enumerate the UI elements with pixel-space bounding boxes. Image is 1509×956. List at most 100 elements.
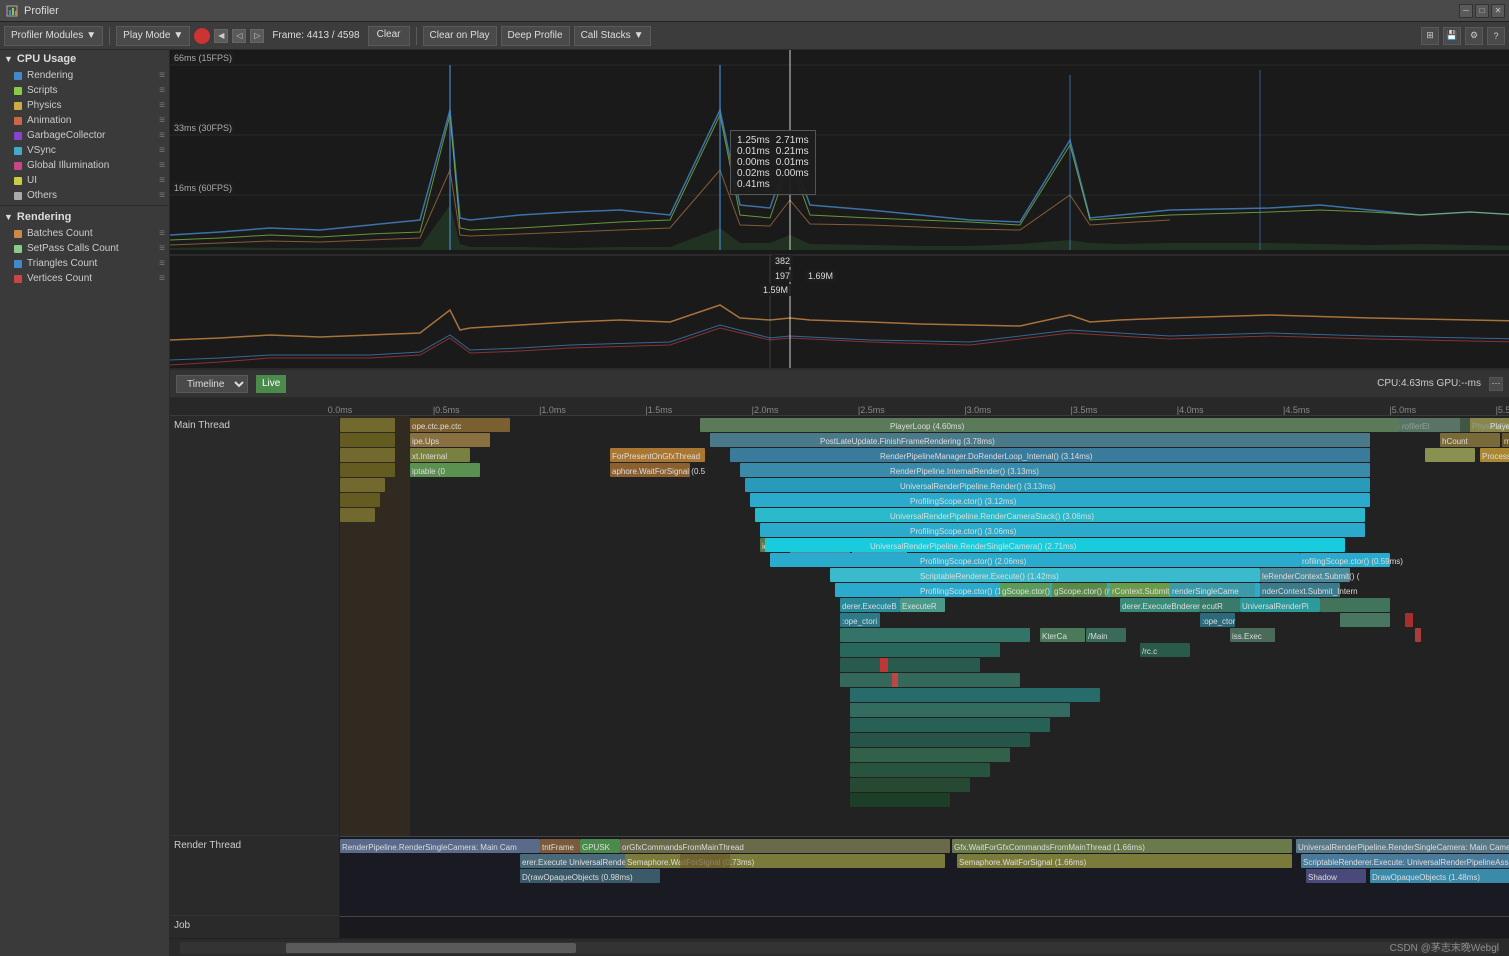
svg-text:ExecuteR: ExecuteR (902, 602, 937, 611)
svg-text:ProfilingScope.ctor() (3.06ms): ProfilingScope.ctor() (3.06ms) (910, 527, 1017, 536)
svg-text:ecutR: ecutR (1202, 602, 1223, 611)
svg-text:UniversalRenderPipeline.Render: UniversalRenderPipeline.Render() (3.13ms… (900, 482, 1056, 491)
clear-on-play-btn[interactable]: Clear on Play (423, 26, 497, 46)
deep-profile-btn[interactable]: Deep Profile (501, 26, 570, 46)
call-stacks-btn[interactable]: Call Stacks ▼ (574, 26, 651, 46)
svg-text:derer.ExecuteB: derer.ExecuteB (842, 602, 897, 611)
sidebar-item-gc[interactable]: GarbageCollector ≡ (0, 128, 169, 143)
svg-text:Processing...: Processing... (1482, 452, 1509, 461)
cpu-usage-label: CPU Usage (17, 53, 76, 65)
rendering-section-label: Rendering (17, 211, 71, 223)
sidebar-item-vsync[interactable]: VSync ≡ (0, 143, 169, 158)
svg-text:PlayerLoop (4.60ms): PlayerLoop (4.60ms) (890, 422, 965, 431)
window-controls: ─ □ ✕ (1459, 4, 1505, 18)
minimize-btn[interactable]: ─ (1459, 4, 1473, 18)
title-bar: Profiler ─ □ ✕ (0, 0, 1509, 22)
ui-label: UI (27, 175, 157, 186)
sidebar-item-rendering[interactable]: Rendering ≡ (0, 68, 169, 83)
ruler-55ms: |5.5ms (1496, 405, 1509, 415)
step-fwd-btn[interactable]: ▷ (250, 29, 264, 43)
render-thread-label: Render Thread (170, 836, 339, 916)
rendering-section-header[interactable]: ▼ Rendering (0, 208, 169, 226)
settings-icon-btn[interactable]: ⚙ (1465, 27, 1483, 45)
svg-text:iptable (0: iptable (0 (412, 467, 445, 476)
svg-text:aphore.WaitForSignal (0.5: aphore.WaitForSignal (0.5 (612, 467, 706, 476)
gc-color (14, 132, 22, 140)
svg-text:D(rawOpaqueObjects (0.98ms): D(rawOpaqueObjects (0.98ms) (522, 873, 633, 882)
svg-text:gScope.ctor(): gScope.ctor() (1002, 587, 1050, 596)
sidebar-item-physics[interactable]: Physics ≡ (0, 98, 169, 113)
scripts-label: Scripts (27, 85, 157, 96)
sidebar-item-vertices[interactable]: Vertices Count ≡ (0, 271, 169, 286)
sidebar: ▼ CPU Usage Rendering ≡ Scripts ≡ Physic… (0, 50, 170, 956)
toolbar-right: ⊞ 💾 ⚙ ? (1421, 27, 1505, 45)
svg-text::ope_ctor: :ope_ctor (1202, 617, 1236, 626)
svg-text:UniversalRenderPi: UniversalRenderPi (1242, 602, 1309, 611)
setpass-menu-icon: ≡ (159, 243, 165, 254)
help-icon-btn[interactable]: ? (1487, 27, 1505, 45)
job-thread-label: Job (170, 916, 339, 938)
timeline-live-btn[interactable]: Live (256, 375, 286, 393)
svg-text:UniversalRenderPipeline.Render: UniversalRenderPipeline.RenderCameraStac… (890, 512, 1094, 521)
record-button[interactable] (194, 28, 210, 44)
animation-label: Animation (27, 115, 157, 126)
save-icon-btn[interactable]: 💾 (1443, 27, 1461, 45)
scripts-color (14, 87, 22, 95)
svg-text:ProfilingScope.ctor() (3.12ms): ProfilingScope.ctor() (3.12ms) (910, 497, 1017, 506)
bottom-scrollbar-bar (170, 938, 1509, 956)
gc-menu-icon: ≡ (159, 130, 165, 141)
animation-menu-icon: ≡ (159, 115, 165, 126)
scrollbar-thumb[interactable] (286, 943, 576, 953)
modules-dropdown[interactable]: Profiler Modules ▼ (4, 26, 103, 46)
svg-text:xt.Internal: xt.Internal (412, 452, 447, 461)
horizontal-scrollbar[interactable] (180, 942, 1499, 954)
svg-text:nderContext.Submit_Intern: nderContext.Submit_Intern (1262, 587, 1358, 596)
prev-frame-btn[interactable]: ◀ (214, 29, 228, 43)
sidebar-item-triangles[interactable]: Triangles Count ≡ (0, 256, 169, 271)
rendering-label: Rendering (27, 70, 157, 81)
sidebar-item-scripts[interactable]: Scripts ≡ (0, 83, 169, 98)
fps-label-15: 66ms (15FPS) (172, 52, 234, 64)
svg-text:RenderPipeline.RenderSingleCam: RenderPipeline.RenderSingleCamera: Main … (342, 843, 517, 852)
step-back-btn[interactable]: ◁ (232, 29, 246, 43)
timeline-tracks[interactable]: ope.ctc.pe.ctc ipe.Ups xt.Internal iptab… (340, 416, 1509, 938)
counter-label-382: 382 (772, 255, 793, 267)
timeline-expand-btn[interactable]: ⋯ (1489, 377, 1503, 391)
rendering-section-arrow: ▼ (4, 212, 13, 222)
svg-text:monyC: monyC (1504, 437, 1509, 446)
vsync-menu-icon: ≡ (159, 145, 165, 156)
maximize-btn[interactable]: □ (1475, 4, 1489, 18)
toolbar-sep-2 (416, 27, 417, 45)
clear-button[interactable]: Clear (368, 26, 410, 46)
sidebar-item-animation[interactable]: Animation ≡ (0, 113, 169, 128)
sidebar-item-others[interactable]: Others ≡ (0, 188, 169, 203)
sidebar-item-gi[interactable]: Global Illumination ≡ (0, 158, 169, 173)
vertices-menu-icon: ≡ (159, 273, 165, 284)
cpu-usage-section-header[interactable]: ▼ CPU Usage (0, 50, 169, 68)
svg-text:ScriptableRenderer.Execute() (: ScriptableRenderer.Execute() (1.42ms) (920, 572, 1059, 581)
close-btn[interactable]: ✕ (1491, 4, 1505, 18)
setpass-color (14, 245, 22, 253)
svg-text:GPUSK: GPUSK (582, 843, 611, 852)
svg-text:DrawOpaqueObjects (1.48ms): DrawOpaqueObjects (1.48ms) (1372, 873, 1480, 882)
svg-text:hCount: hCount (1442, 437, 1469, 446)
timeline-dropdown[interactable]: Timeline (176, 375, 248, 393)
svg-text:RenderPipelineManager.DoRender: RenderPipelineManager.DoRenderLoop_Inter… (880, 452, 1093, 461)
sidebar-item-batches[interactable]: Batches Count ≡ (0, 226, 169, 241)
svg-text:rofilingScope.ctor() (0.59ms): rofilingScope.ctor() (0.59ms) (1302, 557, 1403, 566)
others-color (14, 192, 22, 200)
playmode-dropdown[interactable]: Play Mode ▼ (116, 26, 190, 46)
sidebar-item-setpass[interactable]: SetPass Calls Count ≡ (0, 241, 169, 256)
layout-icon-btn[interactable]: ⊞ (1421, 27, 1439, 45)
chart-area[interactable]: 66ms (15FPS) 33ms (30FPS) 16ms (60FPS) 1… (170, 50, 1509, 370)
counter-label-169m: 1.69M (805, 270, 836, 282)
svg-text:Shadow: Shadow (1308, 873, 1337, 882)
others-menu-icon: ≡ (159, 190, 165, 201)
sidebar-item-ui[interactable]: UI ≡ (0, 173, 169, 188)
sidebar-divider-1 (0, 205, 169, 206)
svg-text:gScope.ctor() (ng: gScope.ctor() (ng (1054, 587, 1116, 596)
timeline-labels: Main Thread Render Thread Job (170, 416, 340, 938)
timeline-header: Timeline Live CPU:4.63ms GPU:--ms ⋯ (170, 370, 1509, 398)
svg-text:renderSingleCame: renderSingleCame (1172, 587, 1239, 596)
ruler-35ms: |3.5ms (1071, 405, 1098, 415)
